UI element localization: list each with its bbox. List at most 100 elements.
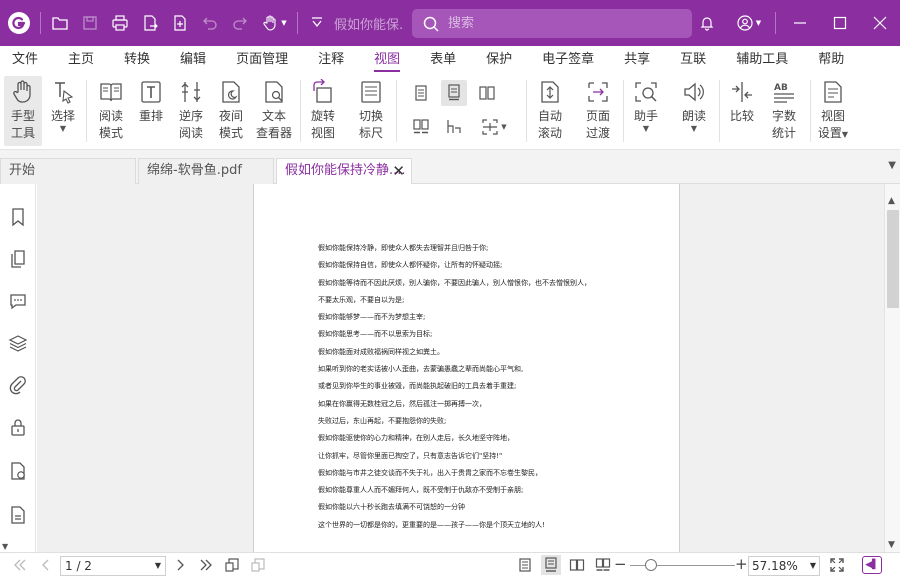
scroll-down-icon[interactable]: ▼ <box>888 540 895 550</box>
document-text-line: 假如你能够梦——而不为梦想主宰; <box>318 313 426 322</box>
menu-e-signature[interactable]: 电子签章 <box>542 46 594 74</box>
tab-close-icon[interactable]: ✕ <box>392 159 405 183</box>
signature-panel-icon[interactable] <box>7 460 29 482</box>
auto-scroll-button[interactable]: 自动 滚动 <box>533 76 567 146</box>
tab-start[interactable]: 开始 <box>0 158 136 184</box>
word-count-button[interactable]: AB 字数 统计 <box>765 76 803 146</box>
vertical-scrollbar[interactable]: ▲ ▼ <box>884 184 900 552</box>
zoom-in-button[interactable]: + <box>735 555 748 573</box>
first-page-icon[interactable] <box>10 555 30 575</box>
page-labels-icon[interactable] <box>7 504 29 526</box>
single-page-mode-icon[interactable] <box>515 555 535 575</box>
compare-button[interactable]: 比较 <box>725 76 759 146</box>
hand-tool-dropdown[interactable]: ▼ <box>255 0 293 46</box>
next-page-icon[interactable] <box>170 555 190 575</box>
search-input[interactable] <box>448 16 668 31</box>
read-aloud-button[interactable]: 朗读 ▼ <box>677 76 711 146</box>
security-lock-icon[interactable] <box>7 416 29 438</box>
menu-view[interactable]: 视图 <box>374 46 401 74</box>
reverse-read-button[interactable]: 逆序 阅读 <box>174 76 208 146</box>
separator <box>297 12 298 34</box>
menu-page-management[interactable]: 页面管理 <box>236 46 288 74</box>
document-canvas[interactable]: 假如你能保持冷静，即使众人都失去理智并且归咎于你; 假如你能保持自信，即使众人都怀… <box>37 184 884 552</box>
two-page-mode-icon[interactable] <box>567 555 587 575</box>
continuous-mode-icon[interactable] <box>541 555 561 575</box>
account-menu[interactable]: ▼ <box>727 0 771 46</box>
page-dropdown-icon[interactable]: ▼ <box>155 557 161 575</box>
previous-page-icon[interactable] <box>36 555 56 575</box>
redo-icon[interactable] <box>225 0 255 46</box>
menu-annotate[interactable]: 注释 <box>318 46 344 74</box>
night-mode-button[interactable]: 夜间 模式 <box>214 76 248 146</box>
split-view-icon <box>482 119 498 135</box>
zoom-slider-handle[interactable] <box>645 559 657 571</box>
search-box[interactable] <box>412 9 692 38</box>
new-document-icon[interactable] <box>165 0 195 46</box>
menu-protect[interactable]: 保护 <box>486 46 512 74</box>
two-page-continuous-button[interactable] <box>408 114 434 140</box>
minimize-button[interactable] <box>780 0 820 46</box>
menu-form[interactable]: 表单 <box>430 46 456 74</box>
select-tool-button[interactable]: 选择 ▼ <box>46 76 80 146</box>
zoom-out-button[interactable]: − <box>614 555 627 573</box>
single-page-view-button[interactable] <box>408 80 434 106</box>
bookmark-icon[interactable] <box>7 206 29 228</box>
menu-help[interactable]: 帮助 <box>818 46 844 74</box>
quick-access-dropdown-icon[interactable] <box>302 0 332 46</box>
rotate-view-button[interactable]: 旋转 视图 <box>306 76 340 146</box>
speaker-icon <box>684 82 704 102</box>
notification-bell-icon[interactable] <box>687 0 727 46</box>
page-number-field[interactable]: 1 / 2 ▼ <box>60 556 166 576</box>
read-mode-badge-icon[interactable]: ◀▌ <box>862 556 882 574</box>
comments-icon[interactable] <box>7 290 29 312</box>
status-bar: 1 / 2 ▼ − + 57.18% ▼ ◀▌ <box>0 552 900 577</box>
two-page-view-button[interactable] <box>474 80 500 106</box>
fullscreen-icon[interactable] <box>827 555 847 575</box>
menu-home[interactable]: 主页 <box>68 46 94 74</box>
toggle-ruler-button[interactable]: 切换 标尺 <box>354 76 388 146</box>
menu-share[interactable]: 共享 <box>624 46 650 74</box>
maximize-icon <box>833 16 847 30</box>
page-thumbnails-icon[interactable] <box>7 248 29 270</box>
open-folder-icon[interactable] <box>45 0 75 46</box>
menu-file[interactable]: 文件 <box>12 46 38 74</box>
tab-document-2[interactable]: 绵绵-软骨鱼.pdf <box>138 158 274 184</box>
zoom-percentage-field[interactable]: 57.18% ▼ <box>748 556 820 576</box>
menu-accessibility-tools[interactable]: 辅助工具 <box>736 46 788 74</box>
text-viewer-button[interactable]: 文本 查看器 <box>254 76 294 146</box>
save-icon[interactable] <box>75 0 105 46</box>
undo-icon[interactable] <box>195 0 225 46</box>
tab-overflow-chevron-icon[interactable]: ▼ <box>888 160 896 171</box>
maximize-button[interactable] <box>820 0 860 46</box>
scrollbar-thumb[interactable] <box>887 210 899 308</box>
close-window-button[interactable] <box>860 0 900 46</box>
export-icon[interactable] <box>135 0 165 46</box>
tab-document-active[interactable]: 假如你能保持冷静.... ✕ <box>276 158 412 185</box>
continuous-page-view-button[interactable] <box>441 80 467 106</box>
layers-icon[interactable] <box>7 332 29 354</box>
cover-page-button[interactable] <box>441 114 467 140</box>
sidebar-scroll-down-icon[interactable]: ▼ <box>2 542 8 551</box>
hand-tool-button[interactable]: 手型 工具 <box>4 76 42 146</box>
fit-width-icon[interactable] <box>248 555 268 575</box>
scroll-up-icon[interactable]: ▲ <box>888 196 895 206</box>
zoom-dropdown-icon[interactable]: ▼ <box>810 557 816 575</box>
fit-page-icon[interactable] <box>222 555 242 575</box>
two-page-continuous-mode-icon[interactable] <box>593 555 613 575</box>
attachment-icon[interactable] <box>7 374 29 396</box>
last-page-icon[interactable] <box>196 555 216 575</box>
view-settings-button[interactable]: 视图 设置▼ <box>815 76 851 146</box>
assistant-button[interactable]: 助手 ▼ <box>629 76 663 146</box>
split-view-dropdown[interactable]: ▼ <box>474 114 514 140</box>
separator <box>40 12 41 34</box>
menu-connect[interactable]: 互联 <box>680 46 706 74</box>
page-transition-button[interactable]: 页面 过渡 <box>581 76 615 146</box>
page-transition-icon <box>588 82 608 102</box>
read-mode-button[interactable]: 阅读 模式 <box>94 76 128 146</box>
print-icon[interactable] <box>105 0 135 46</box>
title-bar: ▼ 假如你能保... ▼ <box>0 0 900 46</box>
menu-convert[interactable]: 转换 <box>124 46 150 74</box>
reflow-button[interactable]: 重排 <box>134 76 168 146</box>
menu-edit[interactable]: 编辑 <box>180 46 206 74</box>
pdf-page[interactable]: 假如你能保持冷静，即使众人都失去理智并且归咎于你; 假如你能保持自信，即使众人都怀… <box>253 184 680 552</box>
